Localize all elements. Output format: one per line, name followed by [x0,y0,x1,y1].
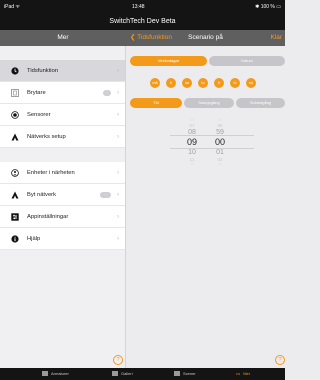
minute-option: 03 [218,162,222,166]
tab-label: Scener [183,371,196,376]
minute-option: 01 [216,149,224,156]
info-icon [11,235,19,243]
tab-datum[interactable]: Datum [209,56,285,66]
tab-soluppgang[interactable]: Soluppgång [184,98,234,108]
clock-label: 13:48 [132,4,145,10]
day-toggle-to[interactable]: to [198,78,208,88]
chevron-right-icon: › [117,170,119,176]
chevron-right-icon: › [117,68,119,74]
gallery-icon [112,371,118,377]
loading-badge: ·· [100,192,111,198]
day-toggle-ma[interactable]: må [150,78,160,88]
sidebar-item-brytare[interactable]: Brytare · › [0,82,125,104]
sidebar-item-tidsfunktion[interactable]: Tidsfunktion › [0,60,125,82]
carrier-label: iPad ᯤ [4,4,20,10]
tab-label: Armaturer [51,371,69,376]
help-button[interactable]: ? [275,355,285,365]
detail-header: ❮ Tidsfunktion Scenario på Klar [126,30,285,46]
loading-badge: · [103,90,111,96]
network-icon [11,133,19,141]
chevron-right-icon: › [117,192,119,198]
status-bar: iPad ᯤ 13:48 ✱ 100 % ▭ [0,0,285,13]
hour-option: 06 [190,118,194,122]
sidebar-item-byt-natverk[interactable]: Byt nätverk ·· › [0,184,125,206]
sidebar-item-sensorer[interactable]: Sensorer › [0,104,125,126]
sensor-icon [11,111,19,119]
chevron-right-icon: › [117,90,119,96]
nearby-icon [11,169,19,177]
tab-tid[interactable]: Tid [130,98,182,108]
day-toggle-so[interactable]: sö [246,78,256,88]
sidebar-item-label: Sensorer [27,112,51,118]
chevron-right-icon: › [117,236,119,242]
sidebar-item-hjalp[interactable]: Hjälp › [0,228,125,250]
done-button[interactable]: Klar [270,30,282,46]
sidebar-item-label: Byt nätverk [27,192,56,198]
minute-wheel[interactable]: 57 58 59 00 01 02 03 [207,112,233,167]
scene-icon [174,371,180,377]
sidebar-item-label: Hjälp [27,236,41,242]
tab-scener[interactable]: Scener [174,368,196,380]
minute-option: 59 [216,129,224,136]
battery-label: ✱ 100 % ▭ [255,4,281,10]
day-toggle-fr[interactable]: fr [214,78,224,88]
help-button[interactable]: ? [113,355,123,365]
hour-wheel[interactable]: 06 07 08 09 10 11 12 [179,112,205,167]
settings-icon [11,213,19,221]
switch-icon [11,89,19,97]
day-toggle-on[interactable]: on [182,78,192,88]
sidebar-item-enheter[interactable]: Enheter i närheten › [0,162,125,184]
minute-option: 58 [217,123,223,128]
sidebar-item-label: Nätverks setup [27,134,66,140]
minute-option: 57 [218,118,222,122]
clock-icon [11,67,19,75]
sidebar-item-appinstallningar[interactable]: Appinställningar › [0,206,125,228]
tab-galleri[interactable]: Gallerí [112,368,133,380]
network-icon [11,191,19,199]
chevron-right-icon: › [117,134,119,140]
detail-title: Scenario på [188,34,223,41]
tab-mer[interactable]: ••• Mer [236,368,250,380]
tab-armaturer[interactable]: Armaturer [42,368,69,380]
app-title: SwitchTech Dev Beta [0,13,285,30]
sidebar-item-label: Enheter i närheten [27,170,75,176]
sidebar-item-label: Tidsfunktion [27,68,59,74]
sidebar-item-natverks-setup[interactable]: Nätverks setup › [0,126,125,148]
sidebar-group-2: Enheter i närheten › Byt nätverk ·· › Ap… [0,162,125,250]
tab-label: Mer [243,371,251,376]
tab-label: Gallerí [121,371,133,376]
lamp-icon [42,371,48,377]
day-toggle-ti[interactable]: ti [166,78,176,88]
hour-option: 10 [188,149,196,156]
chevron-right-icon: › [117,112,119,118]
day-toggle-lo[interactable]: lö [230,78,240,88]
sidebar-item-label: Appinställningar [27,214,69,220]
tab-bar: Armaturer Gallerí Scener ••• Mer [0,368,285,380]
hour-option: 12 [190,162,194,166]
tab-solnedgang[interactable]: Solnedgång [236,98,285,108]
hour-option: 08 [188,129,196,136]
selected-hour: 09 [186,137,197,147]
chevron-right-icon: › [117,214,119,220]
sidebar-item-label: Brytare [27,90,46,96]
sidebar: Tidsfunktion › Brytare · › Sensorer › Nä… [0,46,126,368]
more-icon: ••• [236,371,241,376]
selected-minute: 00 [214,137,225,147]
tab-veckodagar[interactable]: Veckodagar [130,56,207,66]
hour-option: 07 [189,123,195,128]
sidebar-group-1: Tidsfunktion › Brytare · › Sensorer › Nä… [0,60,125,148]
sidebar-title: Mer [0,30,126,46]
